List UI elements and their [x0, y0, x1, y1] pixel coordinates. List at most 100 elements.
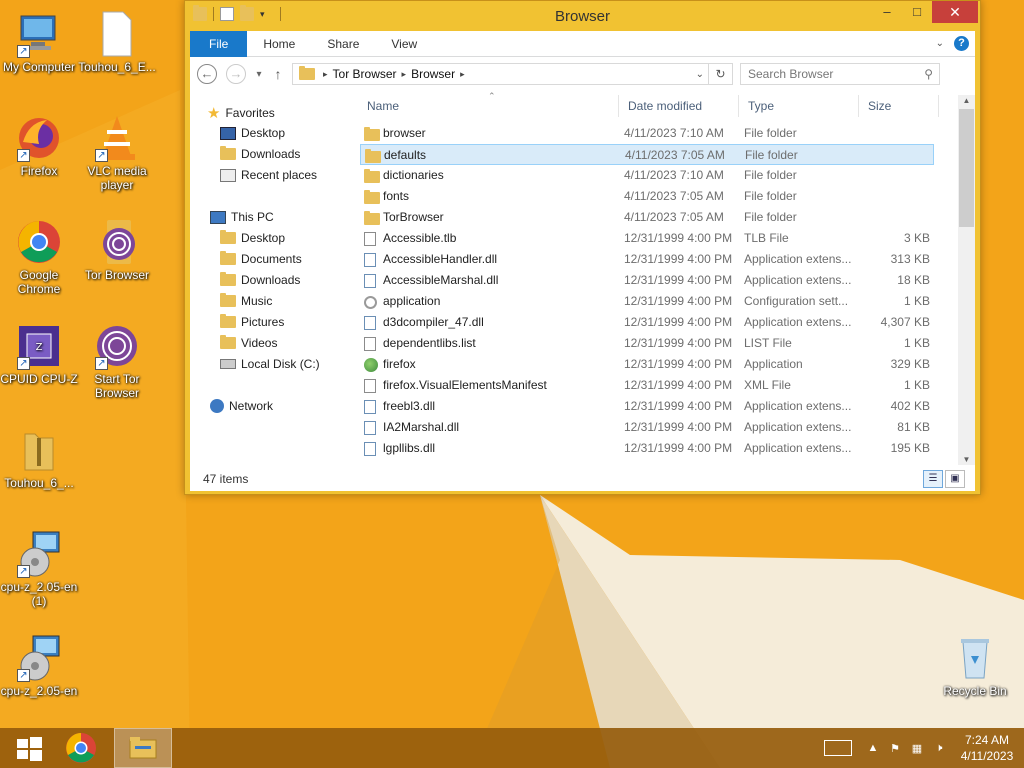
network-icon[interactable]: ▦ — [906, 742, 928, 755]
desktop-icon-cpuz[interactable]: Z ↗ CPUID CPU-Z — [0, 322, 78, 386]
large-icons-view-button[interactable]: ▣ — [945, 470, 965, 488]
scroll-down-icon[interactable]: ▼ — [958, 455, 975, 464]
desktop-icon-recycle-bin[interactable]: Recycle Bin — [936, 634, 1014, 698]
breadcrumb-browser[interactable]: Browser — [406, 67, 460, 81]
desktop-icon-cpuz-installer[interactable]: ↗ cpu-z_2.05-en — [0, 634, 78, 698]
desktop-icon-firefox[interactable]: ↗ Firefox — [0, 114, 78, 178]
nav-favorites-downloads[interactable]: Downloads — [220, 146, 301, 161]
desktop-icon-vlc[interactable]: ↗ VLC media player — [78, 114, 156, 192]
details-view-button[interactable]: ☰ — [923, 470, 943, 488]
expand-ribbon-icon[interactable]: ⌄ — [936, 38, 944, 49]
clock[interactable]: 7:24 AM 4/11/2023 — [950, 732, 1024, 764]
taskbar-chrome[interactable] — [52, 728, 110, 768]
nav-network[interactable]: Network — [210, 399, 273, 413]
action-center-flag-icon[interactable]: ⚑ — [884, 742, 906, 755]
file-row[interactable]: freebl3.dll 12/31/1999 4:00 PM Application… — [360, 396, 934, 417]
up-button[interactable]: ↑ — [270, 66, 286, 82]
nav-favorites-desktop[interactable]: Desktop — [220, 126, 285, 140]
nav-label: Favorites — [225, 106, 275, 120]
file-type: File folder — [744, 210, 797, 224]
file-row[interactable]: fonts 4/11/2023 7:05 AM File folder — [360, 186, 934, 207]
file-size: 1 KB — [903, 378, 930, 392]
file-row[interactable]: IA2Marshal.dll 12/31/1999 4:00 PM Applicat… — [360, 417, 934, 438]
nav-label: Videos — [241, 336, 278, 350]
nav-pc-videos[interactable]: Videos — [220, 335, 278, 350]
desktop-icon-cpuz-installer-1[interactable]: ↗ cpu-z_2.05-en (1) — [0, 530, 78, 608]
scroll-up-icon[interactable]: ▲ — [958, 96, 975, 105]
file-row[interactable]: firefox.VisualElementsManifest 12/31/1999… — [360, 375, 934, 396]
file-row[interactable]: Accessible.tlb 12/31/1999 4:00 PM TLB File… — [360, 228, 934, 249]
file-type: Application extens... — [744, 399, 852, 413]
desktop-icon-touhou-file[interactable]: Touhou_6_E... — [78, 10, 156, 74]
column-separator[interactable] — [738, 95, 739, 117]
help-icon[interactable]: ? — [954, 36, 969, 51]
tab-share[interactable]: Share — [311, 31, 375, 57]
desktop-icon-start-tor-browser[interactable]: ↗ Start Tor Browser — [78, 322, 156, 400]
column-separator[interactable] — [938, 95, 939, 117]
recent-locations-icon[interactable]: ▾ — [252, 69, 266, 80]
file-row[interactable]: dependentlibs.list 12/31/1999 4:00 PM LIST… — [360, 333, 934, 354]
forward-button[interactable]: → — [226, 64, 246, 84]
start-button[interactable] — [0, 728, 58, 768]
file-name: AccessibleHandler.dll — [383, 252, 498, 266]
column-header-name[interactable]: Name — [367, 91, 399, 121]
nav-favorites-recent-places[interactable]: Recent places — [220, 168, 317, 182]
vertical-scrollbar[interactable]: ▲ ▼ — [958, 95, 975, 465]
nav-pc-downloads[interactable]: Downloads — [220, 272, 300, 287]
chevron-right-icon[interactable]: ▸ — [460, 69, 465, 80]
tab-view[interactable]: View — [375, 31, 433, 57]
file-row[interactable]: firefox 12/31/1999 4:00 PM Application 329 … — [360, 354, 934, 375]
file-size: 18 KB — [897, 273, 930, 287]
desktop-icon-tor-browser[interactable]: Tor Browser — [78, 218, 156, 282]
file-row[interactable]: application 12/31/1999 4:00 PM Configurati… — [360, 291, 934, 312]
desktop-icon-label: Touhou_6_E... — [78, 60, 156, 74]
file-row[interactable]: TorBrowser 4/11/2023 7:05 AM File folder — [360, 207, 934, 228]
column-header-size[interactable]: Size — [868, 91, 891, 121]
file-row[interactable]: defaults 4/11/2023 7:05 AM File folder — [360, 144, 934, 165]
back-button[interactable]: ← — [197, 64, 217, 84]
explorer-window[interactable]: ▾ Browser – □ ✕ File Home Share View ⌄ ?… — [184, 0, 981, 495]
file-date: 4/11/2023 7:10 AM — [624, 168, 724, 182]
minimize-button[interactable]: – — [872, 1, 902, 23]
file-row[interactable]: AccessibleMarshal.dll 12/31/1999 4:00 PM A… — [360, 270, 934, 291]
nav-label: Downloads — [241, 147, 301, 161]
column-separator[interactable] — [858, 95, 859, 117]
volume-muted-icon[interactable]: 🕨 — [928, 742, 950, 755]
column-header-date[interactable]: Date modified — [628, 91, 702, 121]
column-separator[interactable] — [618, 95, 619, 117]
address-dropdown-icon[interactable]: ⌄ — [696, 69, 704, 80]
file-row[interactable]: dictionaries 4/11/2023 7:10 AM File folder — [360, 165, 934, 186]
file-name: TorBrowser — [383, 210, 444, 224]
desktop-icon-touhou-zip[interactable]: Touhou_6_... — [0, 426, 78, 490]
scrollbar-thumb[interactable] — [959, 109, 974, 227]
nav-pc-music[interactable]: Music — [220, 293, 272, 308]
breadcrumb-tor-browser[interactable]: Tor Browser — [328, 67, 402, 81]
file-row[interactable]: browser 4/11/2023 7:10 AM File folder — [360, 123, 934, 144]
nav-pc-pictures[interactable]: Pictures — [220, 314, 284, 329]
address-bar[interactable]: ▸ Tor Browser ▸ Browser ▸ ⌄ — [292, 63, 709, 85]
nav-favorites[interactable]: ★ Favorites — [207, 104, 275, 122]
desktop-icon-label: VLC media player — [87, 164, 147, 192]
close-button[interactable]: ✕ — [932, 1, 978, 23]
desktop-icon-chrome[interactable]: Google Chrome — [0, 218, 78, 296]
tab-file[interactable]: File — [190, 30, 248, 57]
file-row[interactable]: lgpllibs.dll 12/31/1999 4:00 PM Applicatio… — [360, 438, 934, 459]
file-row[interactable]: AccessibleHandler.dll 12/31/1999 4:00 PM A… — [360, 249, 934, 270]
taskbar-file-explorer[interactable] — [114, 728, 172, 768]
nav-pc-documents[interactable]: Documents — [220, 251, 302, 266]
column-header-type[interactable]: Type — [748, 91, 774, 121]
maximize-button[interactable]: □ — [902, 1, 932, 23]
chevron-up-icon[interactable]: ▲ — [862, 742, 884, 754]
desktop-icon-my-computer[interactable]: ↗ My Computer — [0, 10, 78, 74]
refresh-button[interactable]: ↻ — [709, 63, 733, 85]
search-input[interactable]: Search Browser ⚲ — [740, 63, 940, 85]
file-row[interactable]: d3dcompiler_47.dll 12/31/1999 4:00 PM Appl… — [360, 312, 934, 333]
nav-this-pc[interactable]: This PC — [210, 210, 274, 224]
tab-home[interactable]: Home — [247, 31, 311, 57]
nav-pc-local-disk[interactable]: Local Disk (C:) — [220, 357, 320, 371]
nav-label: Local Disk (C:) — [241, 357, 320, 371]
nav-pc-desktop[interactable]: Desktop — [220, 230, 285, 245]
zip-folder-icon — [15, 426, 63, 474]
touch-keyboard-icon[interactable] — [824, 740, 852, 756]
title-bar[interactable]: ▾ Browser – □ ✕ — [185, 1, 980, 31]
